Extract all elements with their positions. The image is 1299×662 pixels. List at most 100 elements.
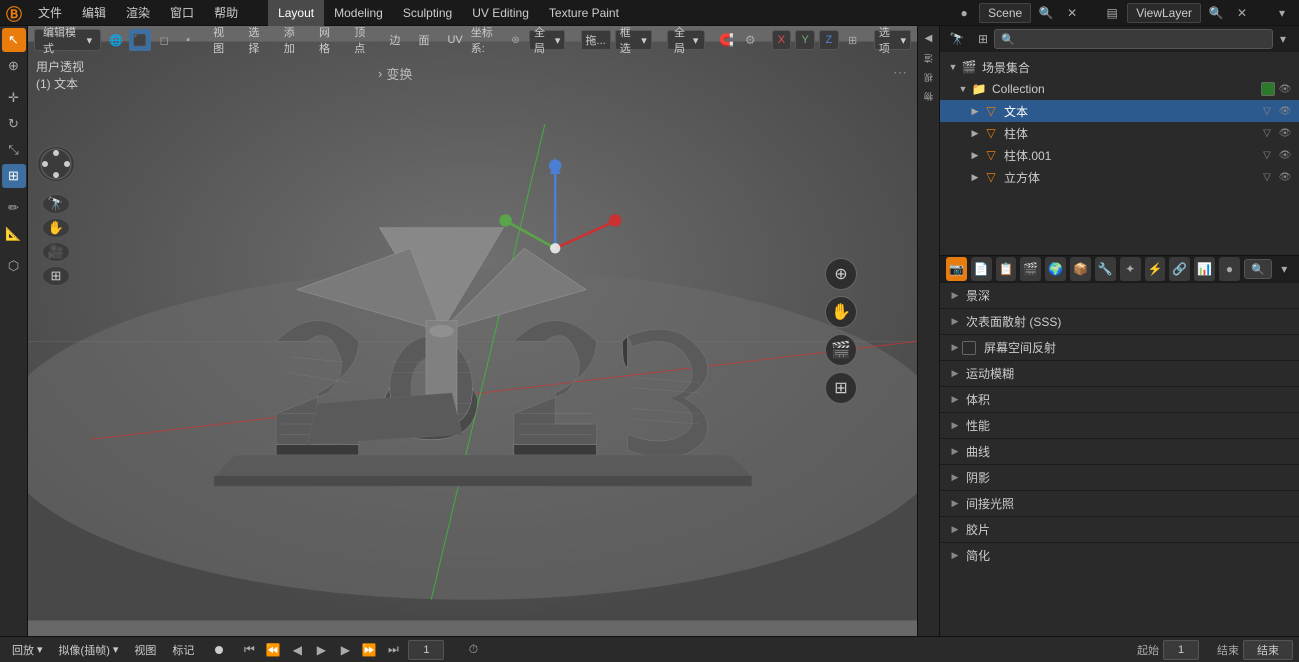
viewport-dots-menu[interactable]: ⋯	[893, 64, 907, 81]
menu-help[interactable]: 帮助	[204, 0, 248, 26]
world-props-icon[interactable]: 🌍	[1045, 257, 1066, 281]
menu-add[interactable]: 添加	[276, 29, 309, 51]
scene-search-icon[interactable]: 🔍	[1035, 2, 1057, 24]
view-layer-icon[interactable]: ▤	[1101, 2, 1123, 24]
tool-measure[interactable]: 📐	[2, 222, 26, 246]
jump-to-start-btn[interactable]: ⏮	[238, 639, 260, 661]
tool-transform[interactable]: ⊞	[2, 164, 26, 188]
menu-face[interactable]: 面	[410, 29, 437, 51]
view-layer-close-icon[interactable]: ✕	[1231, 2, 1253, 24]
properties-filter-icon[interactable]: ▾	[1276, 259, 1293, 279]
tool-add-cube[interactable]: ⬡	[2, 254, 26, 278]
menu-vertex[interactable]: 顶点	[346, 29, 379, 51]
camera-btn[interactable]: 🎥	[42, 242, 70, 262]
object-props-icon[interactable]: 📦	[1070, 257, 1091, 281]
section-depth-of-field[interactable]: ▶ 景深	[940, 282, 1299, 308]
section-shadows[interactable]: ▶ 阴影	[940, 464, 1299, 490]
tool-scale[interactable]: ⤡	[2, 138, 26, 162]
menu-uv[interactable]: UV	[439, 29, 470, 51]
properties-search[interactable]: 🔍	[1244, 259, 1272, 279]
collection-visibility[interactable]: 👁	[1277, 81, 1293, 97]
snap-dropdown[interactable]: 框选 ▾	[615, 30, 652, 50]
outliner-view-icon[interactable]: 🔭	[946, 28, 968, 50]
current-frame-display[interactable]: 1	[408, 640, 444, 660]
section-ssr[interactable]: ▶ 屏幕空间反射	[940, 334, 1299, 360]
menu-edit[interactable]: 编辑	[72, 0, 116, 26]
view-layer-label[interactable]: ViewLayer	[1127, 3, 1201, 23]
tool-annotate[interactable]: ✏	[2, 196, 26, 220]
scene-settings-icon[interactable]: ✕	[1061, 2, 1083, 24]
menu-mesh[interactable]: 网格	[311, 29, 344, 51]
grid-float-btn[interactable]: ⊞	[825, 372, 857, 404]
x-axis-btn[interactable]: X	[772, 30, 792, 50]
side-icon-1[interactable]: ◀	[919, 28, 939, 48]
view-layer-props-icon[interactable]: 📋	[996, 257, 1017, 281]
cube-visibility-icon[interactable]: 👁	[1277, 169, 1293, 185]
side-item-label[interactable]: 物	[920, 88, 937, 105]
object-pillar-row[interactable]: ▶ ▽ 柱体 ▽ 👁	[940, 122, 1299, 144]
vp-edge-select-icon[interactable]: ◻	[153, 29, 175, 51]
scene-label[interactable]: Scene	[979, 3, 1031, 23]
topbar-filter-icon[interactable]: ▾	[1271, 2, 1293, 24]
render-props-icon[interactable]: 📷	[946, 257, 967, 281]
section-film[interactable]: ▶ 胶片	[940, 516, 1299, 542]
particle-props-icon[interactable]: ✦	[1120, 257, 1141, 281]
bottom-menu-playback[interactable]: 回放 ▾	[6, 640, 49, 660]
tool-select[interactable]: ↖	[2, 28, 26, 52]
snap-settings-icon[interactable]: ⚙	[740, 29, 760, 51]
menu-view[interactable]: 视图	[205, 29, 238, 51]
section-volume[interactable]: ▶ 体积	[940, 386, 1299, 412]
menu-render[interactable]: 渲染	[116, 0, 160, 26]
bottom-menu-keying[interactable]: 拟像(插帧) ▾	[53, 640, 125, 660]
menu-file[interactable]: 文件	[28, 0, 72, 26]
magnet-icon[interactable]: 🧲	[717, 29, 737, 51]
section-indirect-light[interactable]: ▶ 间接光照	[940, 490, 1299, 516]
workspace-layout[interactable]: Layout	[268, 0, 324, 26]
start-frame-display[interactable]: 1	[1163, 640, 1199, 660]
workspace-uv-editing[interactable]: UV Editing	[462, 0, 539, 26]
grid-btn[interactable]: ⊞	[42, 266, 70, 286]
collection-row[interactable]: ▼ 📁 Collection 👁	[940, 78, 1299, 100]
section-simplify[interactable]: ▶ 简化	[940, 542, 1299, 568]
tool-cursor[interactable]: ⊕	[2, 54, 26, 78]
object-cube-row[interactable]: ▶ ▽ 立方体 ▽ 👁	[940, 166, 1299, 188]
menu-select[interactable]: 选择	[240, 29, 273, 51]
next-keyframe-btn[interactable]: ▶	[334, 639, 356, 661]
material-props-icon[interactable]: ●	[1219, 257, 1240, 281]
3d-viewport-scene[interactable]: 用户透视 (1) 文本 🔭 ✋ 🎥 ⊞	[28, 26, 917, 636]
output-props-icon[interactable]: 📄	[971, 257, 992, 281]
section-motion-blur[interactable]: ▶ 运动模糊	[940, 360, 1299, 386]
constraint-props-icon[interactable]: 🔗	[1169, 257, 1190, 281]
vp-vertex-select-icon[interactable]: ⬛	[129, 29, 151, 51]
outliner-filter-icon[interactable]: ▾	[1273, 29, 1293, 49]
collection-checkbox[interactable]	[1261, 82, 1275, 96]
tool-rotate[interactable]: ↻	[2, 112, 26, 136]
pillar-visibility-icon[interactable]: 👁	[1277, 125, 1293, 141]
end-frame-display[interactable]: 结束	[1243, 640, 1293, 660]
global-dropdown[interactable]: 全局 ▾	[667, 30, 705, 50]
modifier-props-icon[interactable]: 🔧	[1095, 257, 1116, 281]
zoom-btn[interactable]: 🔭	[42, 194, 70, 214]
menu-window[interactable]: 窗口	[160, 0, 204, 26]
render-icon[interactable]: ●	[953, 2, 975, 24]
editor-mode-dropdown[interactable]: 编辑模式 ▾	[34, 29, 101, 51]
outliner-search[interactable]: 🔍	[994, 29, 1273, 49]
workspace-sculpting[interactable]: Sculpting	[393, 0, 462, 26]
physics-props-icon[interactable]: ⚡	[1145, 257, 1166, 281]
options-dropdown[interactable]: 选项 ▾	[874, 30, 911, 50]
pillar001-visibility-icon[interactable]: 👁	[1277, 147, 1293, 163]
pan-float-btn[interactable]: ✋	[825, 296, 857, 328]
coord-dropdown[interactable]: 全局 ▾	[529, 30, 565, 50]
orbit-btn[interactable]	[37, 146, 75, 182]
y-axis-btn[interactable]: Y	[795, 30, 815, 50]
side-render-label[interactable]: 渲	[920, 50, 937, 67]
data-props-icon[interactable]: 📊	[1194, 257, 1215, 281]
camera-float-btn[interactable]: 🎬	[825, 334, 857, 366]
vp-face-select-icon[interactable]: ▪	[177, 29, 199, 51]
outliner-mode-icon[interactable]: ⊞	[972, 28, 994, 50]
section-sss[interactable]: ▶ 次表面散射 (SSS)	[940, 308, 1299, 334]
side-view-label[interactable]: 视	[920, 69, 937, 86]
ssr-checkbox[interactable]	[962, 341, 976, 355]
zoom-float-btn[interactable]: ⊕	[825, 258, 857, 290]
view-layer-search-icon[interactable]: 🔍	[1205, 2, 1227, 24]
